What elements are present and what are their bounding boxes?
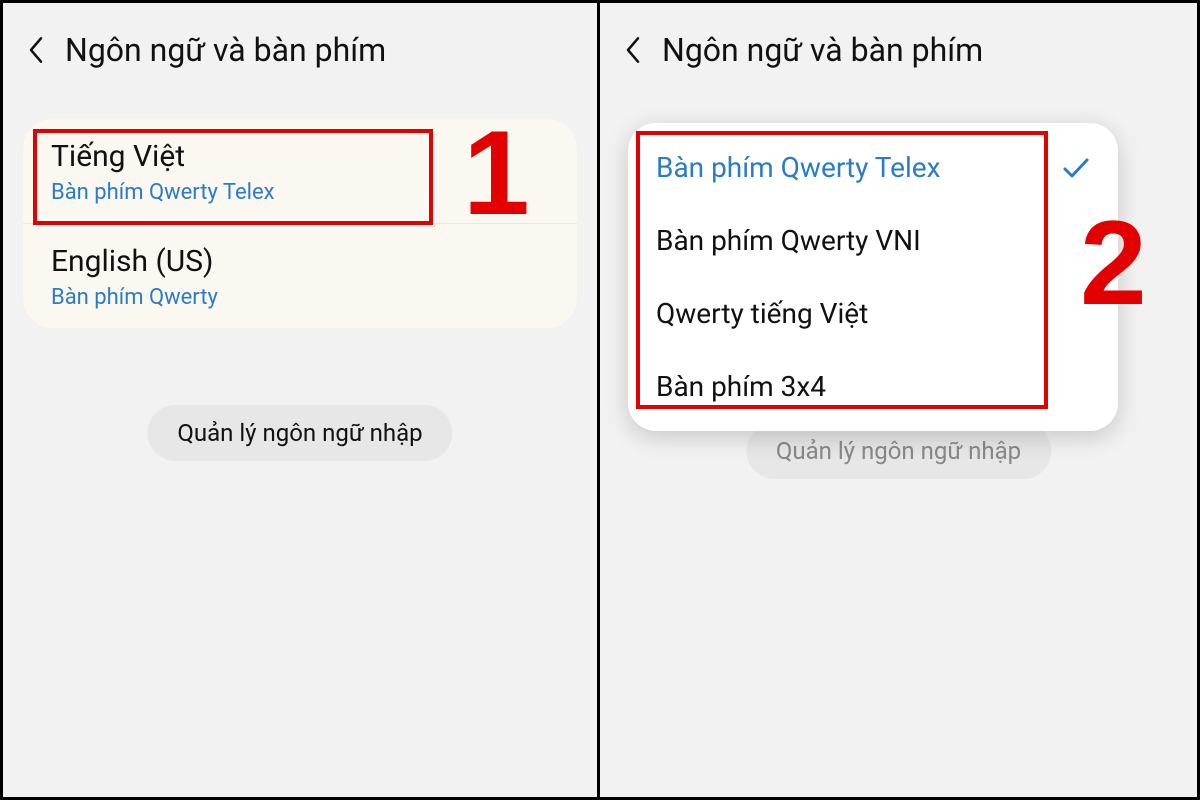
header: Ngôn ngữ và bàn phím xyxy=(600,3,1197,89)
button-label: Quản lý ngôn ngữ nhập xyxy=(177,419,422,447)
checkmark-icon xyxy=(1062,154,1090,182)
manage-languages-button[interactable]: Quản lý ngôn ngữ nhập xyxy=(746,423,1051,479)
annotation-step-number: 1 xyxy=(463,113,530,233)
page-title: Ngôn ngữ và bàn phím xyxy=(65,31,386,69)
language-name: English (US) xyxy=(51,244,549,279)
back-icon[interactable] xyxy=(25,39,47,61)
option-label: Qwerty tiếng Việt xyxy=(656,297,868,330)
option-label: Bàn phím Qwerty VNI xyxy=(656,224,921,257)
language-layout: Bàn phím Qwerty xyxy=(51,285,549,310)
annotation-step-number: 2 xyxy=(1080,203,1147,323)
option-label: Bàn phím Qwerty Telex xyxy=(656,151,941,184)
layout-option-qwerty-telex[interactable]: Bàn phím Qwerty Telex xyxy=(628,131,1118,204)
manage-languages-button[interactable]: Quản lý ngôn ngữ nhập xyxy=(147,405,452,461)
page-title: Ngôn ngữ và bàn phím xyxy=(662,31,983,69)
screenshot-step-2: Ngôn ngữ và bàn phím Quản lý ngôn ngữ nh… xyxy=(600,3,1197,797)
back-icon[interactable] xyxy=(622,39,644,61)
header: Ngôn ngữ và bàn phím xyxy=(3,3,597,89)
button-label: Quản lý ngôn ngữ nhập xyxy=(776,437,1021,465)
layout-option-qwerty-vietnamese[interactable]: Qwerty tiếng Việt xyxy=(628,277,1118,350)
option-label: Bàn phím 3x4 xyxy=(656,370,826,403)
layout-option-qwerty-vni[interactable]: Bàn phím Qwerty VNI xyxy=(628,204,1118,277)
layout-option-3x4[interactable]: Bàn phím 3x4 xyxy=(628,350,1118,423)
screenshot-step-1: Ngôn ngữ và bàn phím Tiếng Việt Bàn phím… xyxy=(3,3,600,797)
keyboard-layout-popup: Bàn phím Qwerty Telex Bàn phím Qwerty VN… xyxy=(628,123,1118,431)
